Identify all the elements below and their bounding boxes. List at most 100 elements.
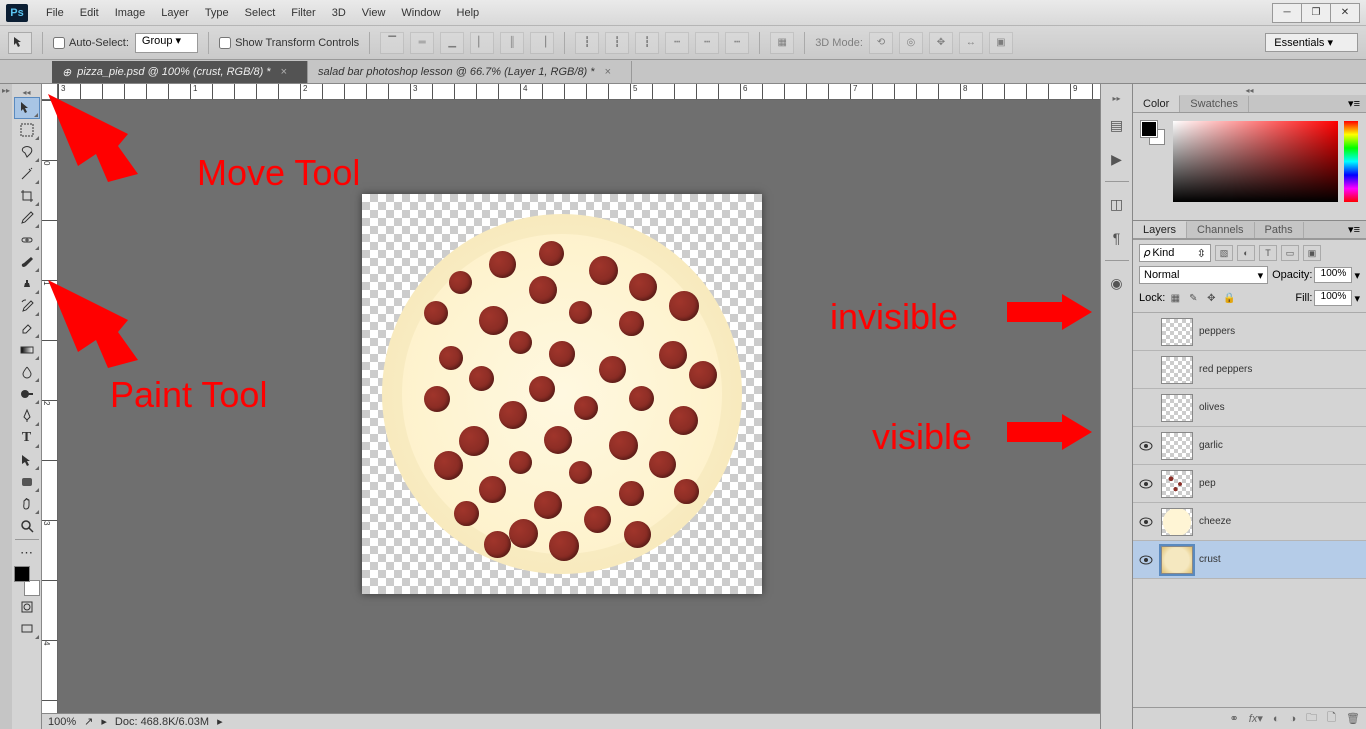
properties-panel-icon[interactable]: ◫ bbox=[1105, 192, 1129, 216]
tab-channels[interactable]: Channels bbox=[1187, 222, 1254, 238]
layer-visibility-toggle[interactable] bbox=[1137, 323, 1155, 341]
type-tool[interactable]: T bbox=[14, 427, 40, 449]
filter-adjust-icon[interactable]: ◐ bbox=[1237, 245, 1255, 261]
menu-3d[interactable]: 3D bbox=[324, 4, 354, 22]
layer-visibility-toggle[interactable] bbox=[1137, 399, 1155, 417]
layers-panel-menu-icon[interactable]: ▾≡ bbox=[1342, 223, 1366, 236]
layer-visibility-toggle[interactable] bbox=[1137, 361, 1155, 379]
hue-slider[interactable] bbox=[1344, 121, 1358, 202]
document-canvas[interactable] bbox=[362, 194, 762, 594]
layer-thumbnail[interactable] bbox=[1161, 394, 1193, 422]
brush-tool[interactable] bbox=[14, 251, 40, 273]
pen-tool[interactable] bbox=[14, 405, 40, 427]
color-panel[interactable] bbox=[1133, 113, 1366, 221]
layer-thumbnail[interactable] bbox=[1161, 318, 1193, 346]
layer-name-label[interactable]: garlic bbox=[1199, 440, 1223, 451]
close-button[interactable]: ✕ bbox=[1330, 3, 1360, 23]
3d-slide-icon[interactable]: ↔ bbox=[959, 32, 983, 54]
tab-layers[interactable]: Layers bbox=[1133, 221, 1187, 238]
eraser-tool[interactable] bbox=[14, 317, 40, 339]
magic-wand-tool[interactable] bbox=[14, 163, 40, 185]
tab-close-icon[interactable]: × bbox=[281, 66, 287, 78]
menu-layer[interactable]: Layer bbox=[153, 4, 197, 22]
path-select-tool[interactable] bbox=[14, 449, 40, 471]
layer-thumbnail[interactable] bbox=[1161, 356, 1193, 384]
tab-color[interactable]: Color bbox=[1133, 95, 1180, 112]
3d-roll-icon[interactable]: ◎ bbox=[899, 32, 923, 54]
history-panel-icon[interactable]: ▤ bbox=[1105, 113, 1129, 137]
layer-fx-icon[interactable]: fx▾ bbox=[1249, 712, 1263, 725]
dist-right-icon[interactable]: ┅ bbox=[725, 32, 749, 54]
menu-select[interactable]: Select bbox=[237, 4, 284, 22]
layer-filter-kind[interactable]: 𝜌Kind⇳ bbox=[1139, 244, 1211, 262]
crop-tool[interactable] bbox=[14, 185, 40, 207]
tab-paths[interactable]: Paths bbox=[1255, 222, 1304, 238]
dist-bottom-icon[interactable]: ┇ bbox=[635, 32, 659, 54]
layer-name-label[interactable]: crust bbox=[1199, 554, 1221, 565]
dodge-tool[interactable] bbox=[14, 383, 40, 405]
layer-row[interactable]: cheeze bbox=[1133, 503, 1366, 541]
menu-filter[interactable]: Filter bbox=[283, 4, 323, 22]
menu-view[interactable]: View bbox=[354, 4, 394, 22]
delete-layer-icon[interactable]: 🗑 bbox=[1346, 712, 1360, 725]
3d-scale-icon[interactable]: ▣ bbox=[989, 32, 1013, 54]
filter-shape-icon[interactable]: ▭ bbox=[1281, 245, 1299, 261]
quickmask-icon[interactable] bbox=[14, 596, 40, 618]
fill-input[interactable]: 100% bbox=[1314, 290, 1352, 306]
edit-toolbar-icon[interactable]: ⋯ bbox=[14, 542, 40, 564]
layer-row[interactable]: red peppers bbox=[1133, 351, 1366, 389]
layer-row[interactable]: peppers bbox=[1133, 313, 1366, 351]
document-tab[interactable]: salad bar photoshop lesson @ 66.7% (Laye… bbox=[308, 61, 632, 83]
workspace-selector[interactable]: Essentials ▾ bbox=[1265, 33, 1358, 52]
3d-rotate-icon[interactable]: ⟲ bbox=[869, 32, 893, 54]
layer-name-label[interactable]: cheeze bbox=[1199, 516, 1231, 527]
layer-thumbnail[interactable] bbox=[1161, 470, 1193, 498]
filter-smart-icon[interactable]: ▣ bbox=[1303, 245, 1321, 261]
3d-pan-icon[interactable]: ✥ bbox=[929, 32, 953, 54]
menu-type[interactable]: Type bbox=[197, 4, 237, 22]
3d-panel-icon[interactable]: ◉ bbox=[1105, 271, 1129, 295]
zoom-level[interactable]: 100% bbox=[48, 716, 76, 728]
gradient-tool[interactable] bbox=[14, 339, 40, 361]
layer-visibility-toggle[interactable] bbox=[1137, 437, 1155, 455]
lasso-tool[interactable] bbox=[14, 141, 40, 163]
lock-position-icon[interactable]: ✥ bbox=[1203, 291, 1219, 305]
healing-brush-tool[interactable] bbox=[14, 229, 40, 251]
layer-thumbnail[interactable] bbox=[1161, 546, 1193, 574]
doc-info[interactable]: Doc: 468.8K/6.03M bbox=[115, 716, 209, 728]
dist-hcenter-icon[interactable]: ┅ bbox=[695, 32, 719, 54]
left-collapse-strip[interactable]: ▸▸ bbox=[0, 84, 12, 729]
new-layer-icon[interactable]: 🗋 bbox=[1327, 709, 1336, 728]
dist-top-icon[interactable]: ┇ bbox=[575, 32, 599, 54]
layer-name-label[interactable]: red peppers bbox=[1199, 364, 1252, 375]
layer-row[interactable]: garlic bbox=[1133, 427, 1366, 465]
menu-edit[interactable]: Edit bbox=[72, 4, 107, 22]
canvas-area[interactable]: 3123456789 01234 100% ↗ ▸ Doc: 468.8K/6.… bbox=[42, 84, 1100, 729]
show-transform-checkbox[interactable]: Show Transform Controls bbox=[219, 37, 359, 49]
layer-visibility-toggle[interactable] bbox=[1137, 475, 1155, 493]
foreground-background-colors[interactable] bbox=[14, 566, 40, 596]
character-panel-icon[interactable]: ¶ bbox=[1105, 226, 1129, 250]
menu-window[interactable]: Window bbox=[393, 4, 448, 22]
filter-pixel-icon[interactable]: ▧ bbox=[1215, 245, 1233, 261]
export-icon[interactable]: ↗ bbox=[84, 715, 93, 728]
ruler-origin[interactable] bbox=[42, 84, 58, 100]
filter-type-icon[interactable]: T bbox=[1259, 245, 1277, 261]
menu-file[interactable]: File bbox=[38, 4, 72, 22]
history-brush-tool[interactable] bbox=[14, 295, 40, 317]
align-left-icon[interactable]: ▏ bbox=[470, 32, 494, 54]
minimize-button[interactable]: ─ bbox=[1272, 3, 1302, 23]
menu-help[interactable]: Help bbox=[449, 4, 488, 22]
layer-thumbnail[interactable] bbox=[1161, 508, 1193, 536]
dist-left-icon[interactable]: ┅ bbox=[665, 32, 689, 54]
rectangle-tool[interactable] bbox=[14, 471, 40, 493]
auto-select-mode[interactable]: Group ▾ bbox=[135, 33, 198, 53]
layer-thumbnail[interactable] bbox=[1161, 432, 1193, 460]
actions-panel-icon[interactable]: ▶ bbox=[1105, 147, 1129, 171]
menu-image[interactable]: Image bbox=[107, 4, 154, 22]
tab-close-icon[interactable]: × bbox=[605, 66, 611, 78]
eyedropper-tool[interactable] bbox=[14, 207, 40, 229]
layer-row[interactable]: olives bbox=[1133, 389, 1366, 427]
move-tool-icon[interactable] bbox=[8, 32, 32, 54]
layer-visibility-toggle[interactable] bbox=[1137, 513, 1155, 531]
